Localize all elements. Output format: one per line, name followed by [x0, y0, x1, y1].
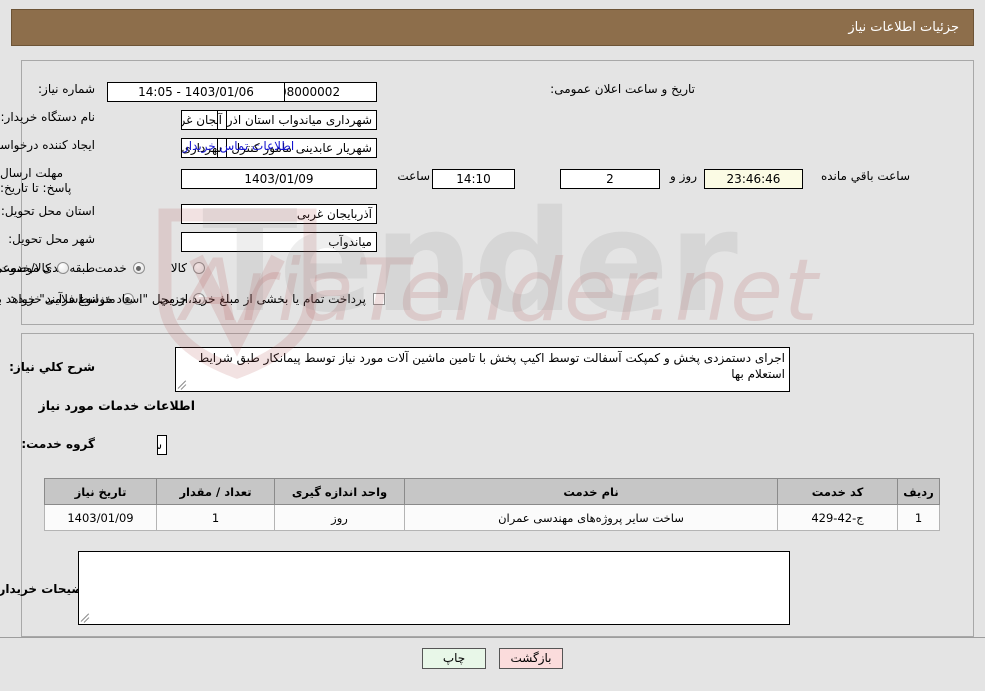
back-button[interactable]: بازگشت — [499, 648, 563, 669]
buyer-org-field[interactable]: شهرداری میاندواب استان اذربایجان غربی — [181, 110, 377, 130]
category-option-khedmat[interactable]: خدمت — [95, 261, 145, 275]
service-group-field[interactable]: ساختمان — [157, 435, 167, 455]
resize-grip-icon[interactable] — [177, 380, 188, 390]
remaining-label-wrap: ساعت باقي مانده — [821, 169, 910, 183]
need-desc-text: اجرای دستمزدی پخش و کمپکت آسفالت توسط اک… — [198, 351, 785, 381]
public-announce-label-wrap: تاریخ و ساعت اعلان عمومی: — [550, 82, 695, 96]
countdown-field: 23:46:46 — [704, 169, 803, 189]
category-radio-group: کالا خدمت کالا/خدمت — [0, 261, 205, 275]
days-label-wrap: روز و — [670, 169, 697, 183]
service-group-label-wrap: گروه خدمت: — [21, 437, 95, 451]
delivery-city-label: شهر محل تحویل: — [8, 232, 95, 246]
services-heading-wrap: اطلاعات خدمات مورد نیاز — [39, 398, 196, 413]
service-group-label: گروه خدمت: — [21, 437, 95, 451]
services-heading: اطلاعات خدمات مورد نیاز — [38, 398, 196, 413]
need-number-row: شماره نیاز: — [38, 82, 95, 96]
table-header-row: ردیف کد خدمت نام خدمت واحد اندازه گیری ت… — [44, 478, 940, 505]
buyer-org-label: نام دستگاه خریدار: — [0, 110, 96, 124]
category-option-kala[interactable]: کالا — [171, 261, 205, 275]
treasury-checkbox-row[interactable]: پرداخت تمام یا بخشی از مبلغ خرید،از محل … — [0, 292, 385, 306]
creator-row: ایجاد کننده درخواست: — [0, 138, 95, 152]
need-desc-textarea[interactable]: اجرای دستمزدی پخش و کمپکت آسفالت توسط اک… — [175, 347, 790, 392]
buyer-contact-link[interactable]: اطلاعات تماس خریدار — [183, 139, 294, 153]
page-title: جزئیات اطلاعات نیاز — [848, 20, 959, 35]
services-table-wrapper: ردیف کد خدمت نام خدمت واحد اندازه گیری ت… — [44, 478, 940, 531]
delivery-province-row: استان محل تحویل: — [1, 204, 95, 218]
cell-need-date: 1403/01/09 — [44, 504, 157, 531]
radio-category-2[interactable] — [56, 262, 69, 274]
th-need-date: تاریخ نیاز — [44, 478, 157, 505]
table-row: 1 ج-42-429 ساخت سایر پروژه‌های مهندسی عم… — [44, 504, 940, 531]
deadline-label: مهلت ارسال پاسخ: تا تاریخ: — [0, 166, 72, 195]
th-unit: واحد اندازه گیری — [274, 478, 405, 505]
need-desc-label: شرح کلي نیاز: — [9, 360, 95, 374]
cell-unit: روز — [274, 504, 405, 531]
cell-row-no: 1 — [897, 504, 940, 531]
days-field[interactable]: 2 — [560, 169, 660, 189]
contact-link-wrap: اطلاعات تماس خریدار — [183, 139, 294, 153]
resize-grip-icon-notes[interactable] — [80, 613, 91, 623]
creator-label: ایجاد کننده درخواست: — [0, 138, 95, 152]
hour-label: ساعت — [397, 169, 430, 183]
public-announce-label: تاریخ و ساعت اعلان عمومی: — [550, 82, 695, 96]
radio-category-0[interactable] — [193, 262, 205, 274]
th-row-no: ردیف — [897, 478, 940, 505]
category-option-1-label: خدمت — [94, 261, 127, 275]
deadline-row: مهلت ارسال پاسخ: تا تاریخ: — [0, 166, 95, 196]
page-header-bar: جزئیات اطلاعات نیاز — [11, 9, 974, 46]
footer-divider — [0, 637, 985, 638]
remaining-hours-label: ساعت باقي مانده — [820, 169, 910, 183]
public-announce-field[interactable]: 1403/01/06 - 14:05 — [107, 82, 285, 102]
category-option-0-label: کالا — [170, 261, 187, 275]
days-label: روز و — [670, 169, 697, 183]
print-button[interactable]: چاپ — [422, 648, 486, 669]
footer-button-bar: بازگشت چاپ — [0, 648, 985, 669]
checkbox-treasury-docs[interactable] — [373, 293, 385, 305]
delivery-city-field[interactable]: میاندوآب — [181, 232, 377, 252]
buyer-org-row: نام دستگاه خریدار: — [1, 110, 96, 124]
hour-field[interactable]: 14:10 — [432, 169, 515, 189]
hour-label-wrap: ساعت — [397, 169, 430, 183]
buyer-province-field[interactable]: آذربایجان غربی — [217, 110, 227, 130]
cell-service-code: ج-42-429 — [777, 504, 898, 531]
delivery-province-label: استان محل تحویل: — [0, 204, 95, 218]
need-number-label: شماره نیاز: — [38, 82, 95, 96]
cell-service-name: ساخت سایر پروژه‌های مهندسی عمران — [404, 504, 778, 531]
cell-quantity: 1 — [156, 504, 275, 531]
treasury-checkbox-label: پرداخت تمام یا بخشی از مبلغ خرید،از محل … — [0, 292, 366, 306]
th-quantity: تعداد / مقدار — [156, 478, 275, 505]
category-option-kala-khedmat[interactable]: کالا/خدمت — [0, 261, 69, 275]
delivery-province-field[interactable]: آذربایجان غربی — [181, 204, 377, 224]
deadline-date-field[interactable]: 1403/01/09 — [181, 169, 377, 189]
need-desc-label-wrap: شرح کلي نیاز: — [9, 360, 95, 374]
buyer-notes-textarea[interactable] — [78, 551, 790, 625]
services-table: ردیف کد خدمت نام خدمت واحد اندازه گیری ت… — [44, 478, 940, 531]
th-service-code: کد خدمت — [777, 478, 898, 505]
category-option-2-label: کالا/خدمت — [0, 261, 51, 275]
radio-category-1[interactable] — [132, 262, 145, 274]
delivery-city-row: شهر محل تحویل: — [8, 232, 95, 246]
th-service-name: نام خدمت — [404, 478, 778, 505]
